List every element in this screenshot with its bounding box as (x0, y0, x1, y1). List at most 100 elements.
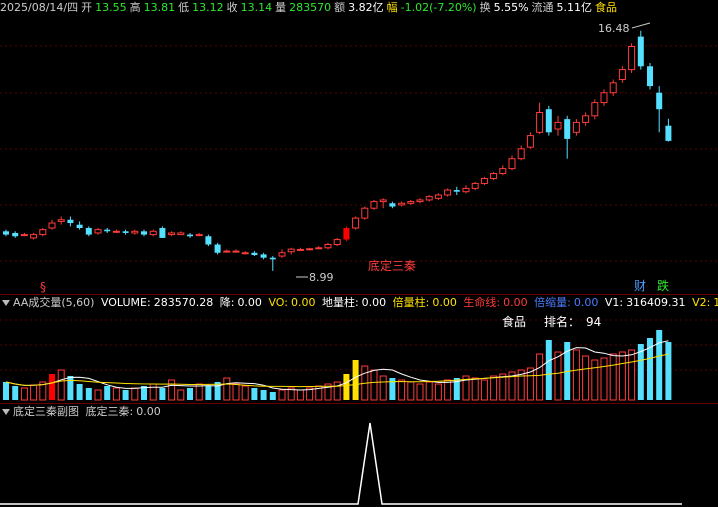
volume-bar (480, 379, 488, 401)
candle-body (647, 66, 653, 87)
candle-body (296, 248, 304, 251)
volume-bar (628, 349, 636, 401)
float-label: 流通 (531, 1, 554, 14)
volume-bar (131, 387, 139, 401)
candle-body (159, 228, 166, 238)
candle-body (379, 199, 387, 203)
candle-body (343, 228, 350, 240)
candle-body (480, 178, 488, 184)
candle-body (628, 46, 636, 71)
candle-body (57, 219, 65, 222)
collapse-icon[interactable] (2, 300, 10, 306)
volume-chart[interactable]: 食品 排名： 94 (0, 310, 718, 403)
volume-value: 283570 (289, 1, 332, 14)
sub-panel-title: 底定三秦副图 (13, 405, 79, 418)
candle-body (554, 121, 562, 130)
candle-body (30, 234, 38, 239)
candle-body (324, 244, 332, 249)
candle-body (471, 182, 479, 189)
volume-bar (260, 390, 267, 400)
high-value: 13.81 (143, 1, 176, 14)
volume-bar (379, 375, 387, 401)
volume-value: 283570.28 (153, 296, 214, 309)
volume-bar (12, 386, 19, 400)
double-volume-label: 倍量柱: (392, 296, 430, 309)
signal-label: 底定三秦 (368, 258, 416, 273)
low-label: 低 (178, 1, 190, 14)
volume-bar (434, 383, 442, 401)
candlestick-chart[interactable]: 16.48 8.99 底定三秦 § 财 跌 (0, 15, 718, 294)
candle-body (618, 69, 626, 80)
candle-body (453, 190, 460, 192)
high-label: 高 (129, 1, 141, 14)
volume-bar (499, 373, 507, 401)
volume-bar (352, 360, 359, 400)
double-volume-value: 0.00 (432, 296, 457, 309)
volume-bar (545, 340, 552, 400)
v2-value: 1 (713, 296, 718, 309)
sub-item-label: 底定三秦: (85, 405, 134, 418)
volume-bar (241, 385, 249, 401)
signal-chart[interactable] (0, 419, 718, 507)
low-price-label: 8.99 (309, 271, 334, 284)
candle-body (389, 203, 396, 207)
candle-body (665, 125, 672, 141)
volume-bar (407, 381, 415, 401)
rank-label: 排名： (544, 314, 580, 329)
candle-body (67, 219, 74, 224)
volume-bar (20, 387, 28, 401)
candle-body (572, 121, 580, 133)
volume-bar (656, 330, 663, 400)
sub-collapse-icon[interactable] (2, 409, 10, 415)
volume-bar (278, 389, 286, 401)
candle-body (269, 257, 276, 260)
turnover-value: 5.55% (493, 1, 529, 14)
volume-bar (609, 353, 617, 401)
candle-body (177, 232, 185, 236)
volume-label: 量 (275, 1, 287, 14)
volume-sector-label: 食品 (502, 314, 526, 329)
candle-body (490, 173, 498, 180)
volume-bar (582, 355, 590, 401)
candle-body (39, 229, 47, 236)
candle-body (205, 236, 212, 245)
candle-body (76, 224, 83, 228)
volume-bar (333, 381, 341, 401)
candle-body (637, 36, 644, 67)
volume-bar (3, 382, 9, 400)
candle-body (232, 250, 240, 253)
volume-bar (57, 369, 65, 401)
v1-value: 316409.31 (626, 296, 686, 309)
volume-panel-header: AA成交量(5,60) VOLUME: 283570.28 降: 0.00 VO: 0… (0, 294, 718, 310)
volume-bar (269, 392, 276, 400)
drop-mark[interactable]: 跌 (657, 278, 669, 293)
amount-value: 3.82亿 (348, 1, 384, 14)
volume-bar (572, 349, 580, 401)
volume-bar (591, 359, 599, 401)
volume-bar (343, 374, 350, 400)
volume-bar (159, 388, 166, 400)
volume-bar (49, 374, 55, 400)
candle-body (407, 201, 415, 204)
volume-bar (618, 351, 626, 401)
candle-body (112, 230, 120, 233)
volume-bar (112, 387, 120, 401)
finance-mark[interactable]: 财 (634, 279, 646, 293)
candle-body (20, 234, 28, 237)
candle-body (609, 82, 617, 94)
candle-body (462, 187, 470, 193)
close-value: 13.14 (240, 1, 273, 14)
volume-bar (76, 384, 83, 400)
signal-line (0, 422, 682, 505)
candle-body (444, 189, 452, 196)
volume-bar (149, 383, 157, 401)
candle-body (416, 199, 424, 203)
candle-body (195, 234, 203, 237)
candle-body (398, 202, 406, 206)
volume-bar (177, 389, 185, 401)
vo-value: 0.00 (290, 296, 316, 309)
volume-bar (665, 342, 672, 400)
low-value: 13.12 (192, 1, 224, 14)
candle-body (12, 232, 19, 237)
open-value: 13.55 (95, 1, 127, 14)
